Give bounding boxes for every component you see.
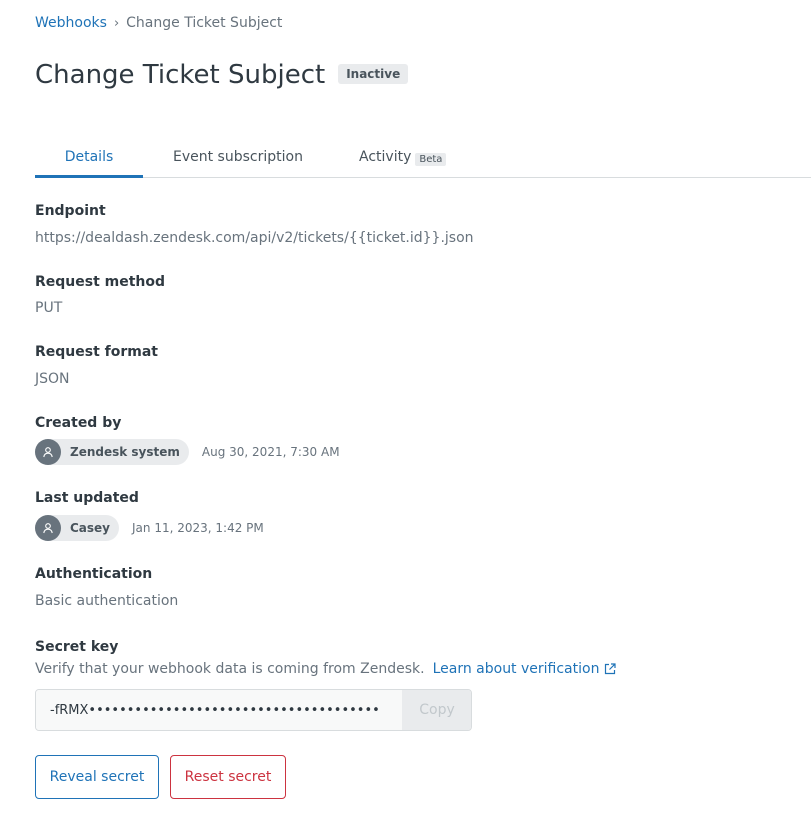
tab-bar: Details Event subscription Activity Beta	[35, 139, 811, 178]
endpoint-value: https://dealdash.zendesk.com/api/v2/tick…	[35, 230, 474, 246]
endpoint-label: Endpoint	[35, 203, 106, 219]
reveal-secret-button[interactable]: Reveal secret	[35, 755, 159, 799]
breadcrumb-current: Change Ticket Subject	[126, 15, 283, 31]
last-updated-name: Casey	[70, 521, 111, 535]
request-format-label: Request format	[35, 344, 158, 360]
authentication-value: Basic authentication	[35, 593, 179, 609]
tab-activity[interactable]: Activity Beta	[359, 139, 447, 176]
external-link-icon	[604, 663, 617, 675]
beta-badge: Beta	[415, 153, 447, 166]
tab-activity-label: Activity	[359, 149, 412, 165]
learn-link-label: Learn about verification	[432, 661, 600, 677]
learn-about-verification-link[interactable]: Learn about verification	[433, 661, 617, 677]
breadcrumb-webhooks-link[interactable]: Webhooks	[35, 15, 107, 31]
copy-button[interactable]: Copy	[402, 690, 471, 730]
request-format-value: JSON	[35, 371, 70, 387]
title-row: Change Ticket Subject Inactive	[35, 60, 409, 90]
secret-key-field: Copy	[35, 689, 472, 731]
breadcrumb: Webhooks › Change Ticket Subject	[35, 13, 282, 33]
user-chip[interactable]: Zendesk system	[35, 439, 189, 465]
tab-details-label: Details	[64, 149, 114, 165]
user-avatar-icon	[35, 515, 61, 541]
authentication-label: Authentication	[35, 566, 153, 582]
last-updated-date: Jan 11, 2023, 1:42 PM	[132, 521, 264, 535]
status-badge: Inactive	[338, 63, 409, 84]
request-method-value: PUT	[35, 300, 63, 316]
created-by-name: Zendesk system	[70, 445, 180, 459]
last-updated-row: Casey Jan 11, 2023, 1:42 PM	[35, 515, 264, 541]
user-chip[interactable]: Casey	[35, 515, 120, 541]
created-by-row: Zendesk system Aug 30, 2021, 7:30 AM	[35, 439, 340, 465]
secret-key-help-text: Verify that your webhook data is coming …	[35, 661, 425, 677]
reset-secret-button[interactable]: Reset secret	[170, 755, 286, 799]
tab-event-subscription-label: Event subscription	[173, 149, 303, 165]
user-avatar-icon	[35, 439, 61, 465]
tab-details[interactable]: Details	[35, 139, 143, 178]
secret-key-label: Secret key	[35, 639, 119, 655]
secret-key-input[interactable]	[36, 690, 402, 730]
chevron-right-icon: ›	[113, 15, 120, 31]
page-title: Change Ticket Subject	[35, 60, 326, 90]
request-method-label: Request method	[35, 274, 166, 290]
created-by-date: Aug 30, 2021, 7:30 AM	[201, 445, 340, 459]
created-by-label: Created by	[35, 415, 122, 431]
last-updated-label: Last updated	[35, 490, 139, 506]
tab-event-subscription[interactable]: Event subscription	[173, 139, 303, 176]
secret-key-help: Verify that your webhook data is coming …	[35, 661, 617, 677]
